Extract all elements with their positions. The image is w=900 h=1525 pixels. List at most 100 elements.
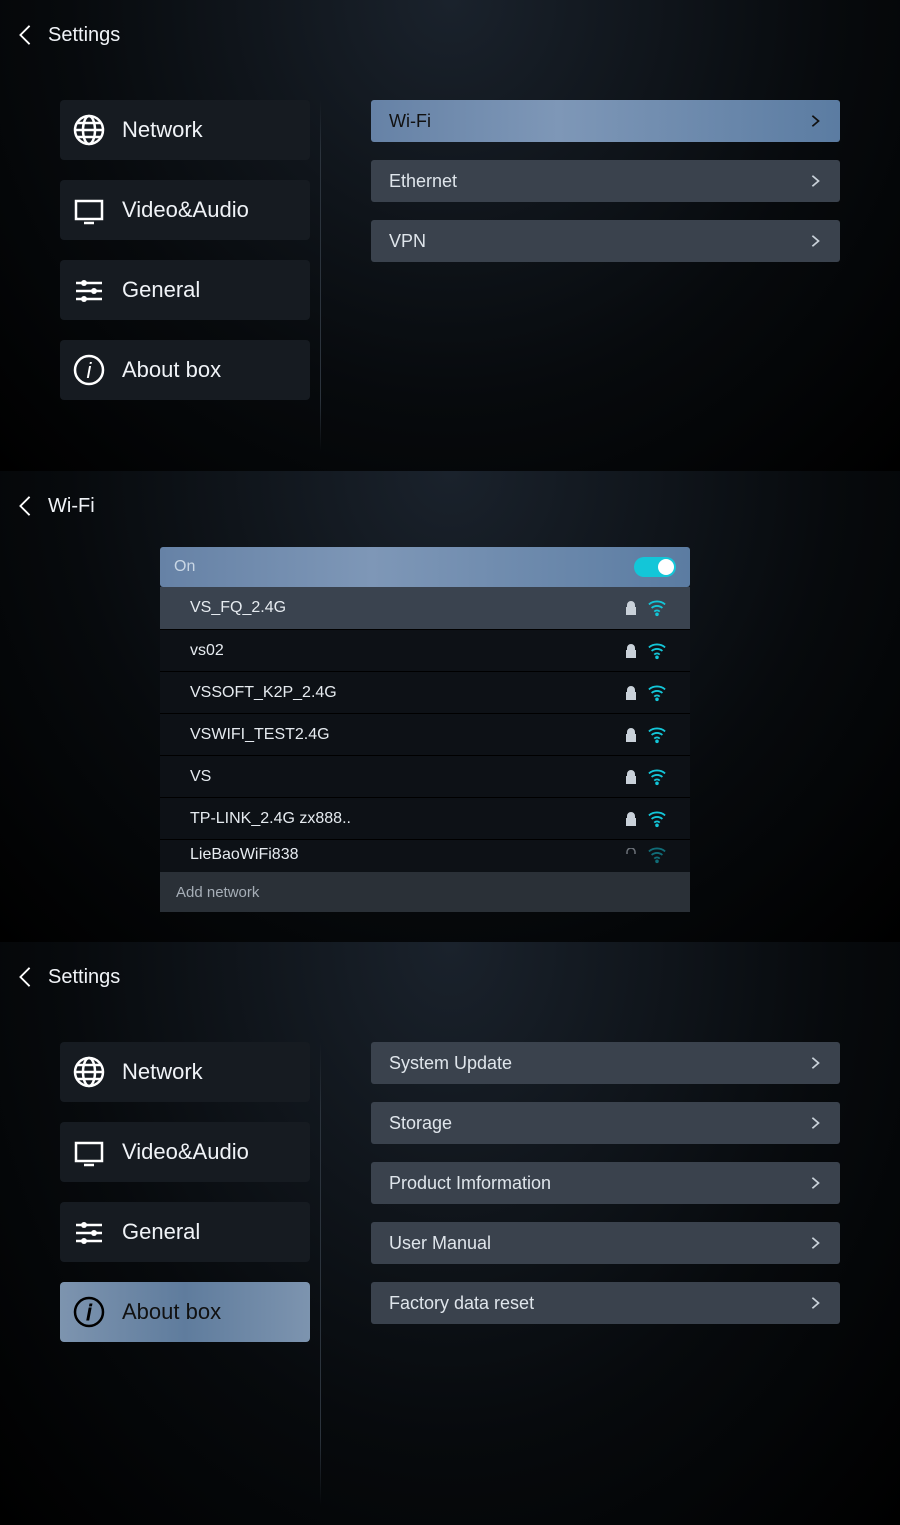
- detail-panel: System Update Storage Product Imformatio…: [321, 1042, 900, 1505]
- sliders-icon: [70, 271, 108, 309]
- info-icon: [70, 1293, 108, 1331]
- header-title: Settings: [48, 966, 120, 989]
- sidebar: Network Video&Audio General About box: [0, 100, 320, 451]
- lock-icon: [618, 686, 644, 700]
- sidebar-item-label: About box: [122, 357, 221, 383]
- toggle-knob: [658, 559, 674, 575]
- wifi-network-list[interactable]: VS_FQ_2.4G vs02 VSSOFT_K2P_2.4G VSWIFI_T…: [160, 587, 690, 872]
- header: Settings: [0, 0, 900, 70]
- wifi-network-row[interactable]: VS: [160, 755, 690, 797]
- globe-icon: [70, 1053, 108, 1091]
- row-label: System Update: [389, 1053, 512, 1074]
- sidebar-item-label: Network: [122, 117, 203, 143]
- back-button[interactable]: [14, 966, 36, 988]
- row-label: Wi-Fi: [389, 111, 431, 132]
- wifi-network-row[interactable]: TP-LINK_2.4G zx888..: [160, 797, 690, 839]
- globe-icon: [70, 111, 108, 149]
- header-title: Settings: [48, 24, 120, 47]
- sidebar-item-about-box[interactable]: About box: [60, 1282, 310, 1342]
- wifi-ssid: VSSOFT_K2P_2.4G: [190, 684, 618, 702]
- content-columns: Network Video&Audio General About box Wi…: [0, 100, 900, 451]
- row-label: Ethernet: [389, 171, 457, 192]
- row-label: Storage: [389, 1113, 452, 1134]
- chevron-right-icon: [808, 114, 822, 128]
- wifi-panel: On VS_FQ_2.4G vs02 VSSOFT_K2P_2.4G VSWIF…: [160, 547, 690, 912]
- monitor-icon: [70, 1133, 108, 1171]
- wifi-network-row[interactable]: vs02: [160, 629, 690, 671]
- screen-settings-about: Settings Network Video&Audio General Abo…: [0, 942, 900, 1525]
- header-title: Wi-Fi: [48, 495, 95, 518]
- chevron-right-icon: [808, 174, 822, 188]
- row-product-info[interactable]: Product Imformation: [371, 1162, 840, 1204]
- screen-wifi: Wi-Fi On VS_FQ_2.4G vs02 VSSOFT_K2P_2.4G: [0, 471, 900, 942]
- row-ethernet[interactable]: Ethernet: [371, 160, 840, 202]
- sliders-icon: [70, 1213, 108, 1251]
- chevron-left-icon: [14, 966, 36, 988]
- wifi-toggle[interactable]: [634, 557, 676, 577]
- wifi-ssid: VSWIFI_TEST2.4G: [190, 726, 618, 744]
- chevron-left-icon: [14, 24, 36, 46]
- wifi-signal-icon: [644, 599, 670, 617]
- wifi-toggle-row[interactable]: On: [160, 547, 690, 587]
- sidebar-item-network[interactable]: Network: [60, 1042, 310, 1102]
- screen-settings-network: Settings Network Video&Audio General Abo…: [0, 0, 900, 471]
- row-storage[interactable]: Storage: [371, 1102, 840, 1144]
- row-system-update[interactable]: System Update: [371, 1042, 840, 1084]
- wifi-ssid: VS: [190, 768, 618, 786]
- wifi-network-row[interactable]: VS_FQ_2.4G: [160, 587, 690, 629]
- sidebar-item-label: About box: [122, 1299, 221, 1325]
- chevron-right-icon: [808, 1116, 822, 1130]
- content-columns: Network Video&Audio General About box Sy…: [0, 1042, 900, 1505]
- add-network-button[interactable]: Add network: [160, 872, 690, 912]
- chevron-right-icon: [808, 1236, 822, 1250]
- wifi-signal-icon: [644, 726, 670, 744]
- wifi-signal-icon: [644, 642, 670, 660]
- row-wifi[interactable]: Wi-Fi: [371, 100, 840, 142]
- lock-icon: [618, 601, 644, 615]
- chevron-right-icon: [808, 234, 822, 248]
- lock-icon: [618, 770, 644, 784]
- sidebar-item-network[interactable]: Network: [60, 100, 310, 160]
- row-label: Product Imformation: [389, 1173, 551, 1194]
- wifi-signal-icon: [644, 846, 670, 864]
- wifi-ssid: TP-LINK_2.4G zx888..: [190, 810, 618, 828]
- row-label: VPN: [389, 231, 426, 252]
- wifi-network-row[interactable]: VSSOFT_K2P_2.4G: [160, 671, 690, 713]
- row-label: User Manual: [389, 1233, 491, 1254]
- sidebar-item-label: Network: [122, 1059, 203, 1085]
- chevron-right-icon: [808, 1056, 822, 1070]
- chevron-right-icon: [808, 1296, 822, 1310]
- wifi-network-row[interactable]: VSWIFI_TEST2.4G: [160, 713, 690, 755]
- wifi-signal-icon: [644, 810, 670, 828]
- sidebar: Network Video&Audio General About box: [0, 1042, 320, 1505]
- sidebar-item-label: General: [122, 277, 200, 303]
- sidebar-item-label: Video&Audio: [122, 1139, 249, 1165]
- wifi-signal-icon: [644, 684, 670, 702]
- sidebar-item-video-audio[interactable]: Video&Audio: [60, 1122, 310, 1182]
- monitor-icon: [70, 191, 108, 229]
- lock-icon: [618, 812, 644, 826]
- wifi-signal-icon: [644, 768, 670, 786]
- detail-panel: Wi-Fi Ethernet VPN: [321, 100, 900, 451]
- back-button[interactable]: [14, 495, 36, 517]
- lock-icon: [618, 848, 644, 862]
- sidebar-item-label: General: [122, 1219, 200, 1245]
- row-user-manual[interactable]: User Manual: [371, 1222, 840, 1264]
- sidebar-item-general[interactable]: General: [60, 260, 310, 320]
- sidebar-item-video-audio[interactable]: Video&Audio: [60, 180, 310, 240]
- chevron-right-icon: [808, 1176, 822, 1190]
- wifi-ssid: vs02: [190, 642, 618, 660]
- sidebar-item-about-box[interactable]: About box: [60, 340, 310, 400]
- wifi-network-row[interactable]: LieBaoWiFi838: [160, 839, 690, 869]
- header: Settings: [0, 942, 900, 1012]
- sidebar-item-general[interactable]: General: [60, 1202, 310, 1262]
- row-vpn[interactable]: VPN: [371, 220, 840, 262]
- lock-icon: [618, 728, 644, 742]
- wifi-ssid: VS_FQ_2.4G: [190, 599, 618, 617]
- chevron-left-icon: [14, 495, 36, 517]
- wifi-ssid: LieBaoWiFi838: [190, 846, 618, 864]
- sidebar-item-label: Video&Audio: [122, 197, 249, 223]
- add-network-label: Add network: [176, 884, 259, 901]
- row-factory-reset[interactable]: Factory data reset: [371, 1282, 840, 1324]
- back-button[interactable]: [14, 24, 36, 46]
